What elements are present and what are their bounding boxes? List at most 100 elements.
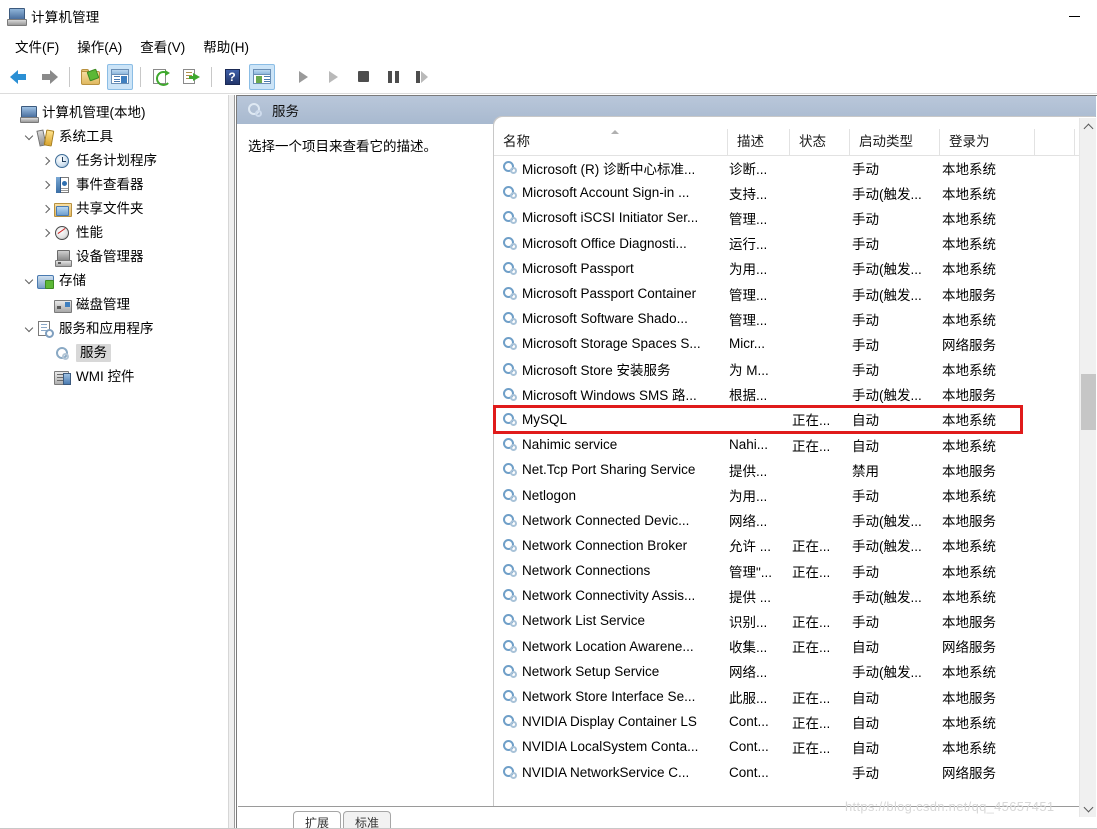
back-button[interactable] (6, 64, 32, 90)
scroll-down-button[interactable] (1080, 800, 1097, 817)
tree-item-device-manager[interactable]: 设备管理器 (0, 245, 228, 269)
tab-extended[interactable]: 扩展 (293, 811, 341, 829)
scroll-up-button[interactable] (1080, 118, 1097, 135)
tree-item-event-viewer[interactable]: 事件查看器 (0, 173, 228, 197)
service-row[interactable]: NVIDIA NetworkService C... Cont... 手动 网络服务 (494, 760, 1079, 785)
scrollbar-thumb[interactable] (1081, 374, 1096, 430)
svcapp-icon (37, 320, 54, 338)
chevron-right-icon[interactable] (38, 225, 54, 241)
service-row[interactable]: Network Connections 管理"... 正在... 手动 本地系统 (494, 558, 1079, 583)
service-row[interactable]: Microsoft Office Diagnosti... 运行... 手动 本地系统 (494, 231, 1079, 256)
service-description-cell: 允许 ... (729, 539, 772, 555)
tree-item-services[interactable]: 服务 (0, 341, 228, 365)
column-header-label: 状态 (799, 134, 826, 149)
service-status-cell: 正在... (792, 690, 831, 706)
start-service-button[interactable] (290, 64, 316, 90)
pane-splitter[interactable] (228, 95, 235, 829)
service-row[interactable]: Network Connection Broker 允许 ... 正在... 手动(触… (494, 533, 1079, 558)
chevron-down-icon[interactable] (21, 273, 37, 289)
service-row[interactable]: NVIDIA Display Container LS Cont... 正在... 自… (494, 709, 1079, 734)
tree-item-task-scheduler[interactable]: 任务计划程序 (0, 149, 228, 173)
service-row[interactable]: Microsoft Account Sign-in ... 支持... 手动(触发.… (494, 180, 1079, 205)
service-row[interactable]: Net.Tcp Port Sharing Service 提供... 禁用 本地服务 (494, 457, 1079, 482)
services-list[interactable]: Microsoft (R) 诊断中心标准... 诊断... 手动 本地系统 Micros… (494, 155, 1079, 817)
service-row[interactable]: Microsoft Storage Spaces S... Micr... 手动 网络… (494, 331, 1079, 356)
resume-service-button[interactable] (320, 64, 346, 90)
show-action-pane-button[interactable] (249, 63, 275, 90)
help-button[interactable]: ? (219, 64, 245, 90)
tree-item-performance[interactable]: 性能 (0, 221, 228, 245)
show-console-tree-button[interactable] (107, 63, 133, 90)
tree-item-computer-management-local[interactable]: 计算机管理(本地) (0, 101, 228, 125)
chevron-right-icon[interactable] (38, 177, 54, 193)
tree-item-services-and-applications[interactable]: 服务和应用程序 (0, 317, 228, 341)
service-description-cell: 提供 ... (729, 589, 772, 605)
pause-icon (387, 70, 399, 83)
service-row[interactable]: Network Connectivity Assis... 提供 ... 手动(触发… (494, 583, 1079, 608)
service-row[interactable]: Microsoft Software Shado... 管理... 手动 本地系统 (494, 306, 1079, 331)
tree-item-storage[interactable]: 存储 (0, 269, 228, 293)
service-name-label: Network Store Interface Se... (522, 689, 696, 705)
service-row[interactable]: NVIDIA LocalSystem Conta... Cont... 正在... 自… (494, 734, 1079, 759)
service-row[interactable]: Microsoft Windows SMS 路... 根据... 手动(触发... 本… (494, 382, 1079, 407)
column-header-spare[interactable] (1035, 129, 1075, 155)
tree-item-wmi-control[interactable]: WMI 控件 (0, 365, 228, 389)
service-row[interactable]: Network Location Awarene... 收集... 正在... 自动 网… (494, 634, 1079, 659)
column-header-description[interactable]: 描述 (728, 129, 790, 155)
arrow-left-icon (10, 69, 28, 84)
service-row[interactable]: Network List Service 识别... 正在... 手动 本地服务 (494, 608, 1079, 633)
service-gear-icon (503, 160, 518, 175)
menu-file[interactable]: 文件(F) (6, 33, 68, 59)
up-one-level-button[interactable] (77, 64, 103, 90)
tree-item-system-tools[interactable]: 系统工具 (0, 125, 228, 149)
service-name-cell: Microsoft Software Shado... (494, 311, 728, 326)
service-name-cell: Network Connected Devic... (494, 513, 728, 528)
tab-standard[interactable]: 标准 (343, 811, 391, 829)
services-list-scrollbar[interactable] (1079, 118, 1096, 817)
service-startup-type-cell: 手动(触发... (852, 589, 922, 605)
service-row[interactable]: Microsoft Store 安装服务 为 M... 手动 本地系统 (494, 357, 1079, 382)
minimize-icon (1068, 15, 1080, 17)
service-gear-icon (503, 689, 518, 704)
service-row[interactable]: Network Store Interface Se... 此服... 正在... 自… (494, 684, 1079, 709)
pause-service-button[interactable] (380, 64, 406, 90)
chevron-down-icon[interactable] (21, 129, 37, 145)
title-bar: 计算机管理 (0, 0, 1097, 32)
service-row[interactable]: Netlogon 为用... 手动 本地系统 (494, 482, 1079, 507)
service-row[interactable]: Microsoft iSCSI Initiator Ser... 管理... 手动 本… (494, 205, 1079, 230)
service-row[interactable]: Network Connected Devic... 网络... 手动(触发... 本… (494, 508, 1079, 533)
service-description-cell: 为用... (729, 262, 768, 278)
chevron-right-icon[interactable] (38, 153, 54, 169)
menu-help[interactable]: 帮助(H) (194, 33, 258, 59)
forward-button[interactable] (36, 64, 62, 90)
service-row[interactable]: Microsoft (R) 诊断中心标准... 诊断... 手动 本地系统 (494, 155, 1079, 180)
menu-action[interactable]: 操作(A) (68, 33, 131, 59)
tools-icon (36, 128, 55, 147)
column-header-startup-type[interactable]: 启动类型 (850, 129, 940, 155)
restart-service-button[interactable] (410, 64, 436, 90)
column-header-log-on-as[interactable]: 登录为 (940, 129, 1035, 155)
service-startup-type-cell: 手动 (852, 337, 879, 353)
refresh-button[interactable] (148, 64, 174, 90)
chevron-right-icon[interactable] (38, 201, 54, 217)
service-gear-icon (503, 538, 518, 553)
service-row[interactable]: MySQL 正在... 自动 本地系统 (494, 407, 1079, 432)
menu-view[interactable]: 查看(V) (131, 33, 194, 59)
export-list-button[interactable] (178, 64, 204, 90)
service-row[interactable]: Microsoft Passport 为用... 手动(触发... 本地系统 (494, 256, 1079, 281)
stop-service-button[interactable] (350, 64, 376, 90)
column-header-name[interactable]: 名称 (494, 129, 728, 155)
service-startup-type-cell: 手动 (852, 766, 879, 782)
service-row[interactable]: Network Setup Service 网络... 手动(触发... 本地系统 (494, 659, 1079, 684)
service-row[interactable]: Microsoft Passport Container 管理... 手动(触发..… (494, 281, 1079, 306)
service-name-cell: Network Location Awarene... (494, 639, 728, 654)
column-header-status[interactable]: 状态 (790, 129, 850, 155)
service-description-cell: 根据... (729, 388, 768, 404)
service-name-label: NVIDIA NetworkService C... (522, 764, 690, 780)
chevron-down-icon[interactable] (21, 321, 37, 337)
tree-item-disk-management[interactable]: 磁盘管理 (0, 293, 228, 317)
minimize-button[interactable] (1051, 0, 1097, 32)
tree-item-shared-folders[interactable]: 共享文件夹 (0, 197, 228, 221)
service-row[interactable]: Nahimic service Nahi... 正在... 自动 本地系统 (494, 432, 1079, 457)
toolbar-separator (211, 66, 212, 87)
